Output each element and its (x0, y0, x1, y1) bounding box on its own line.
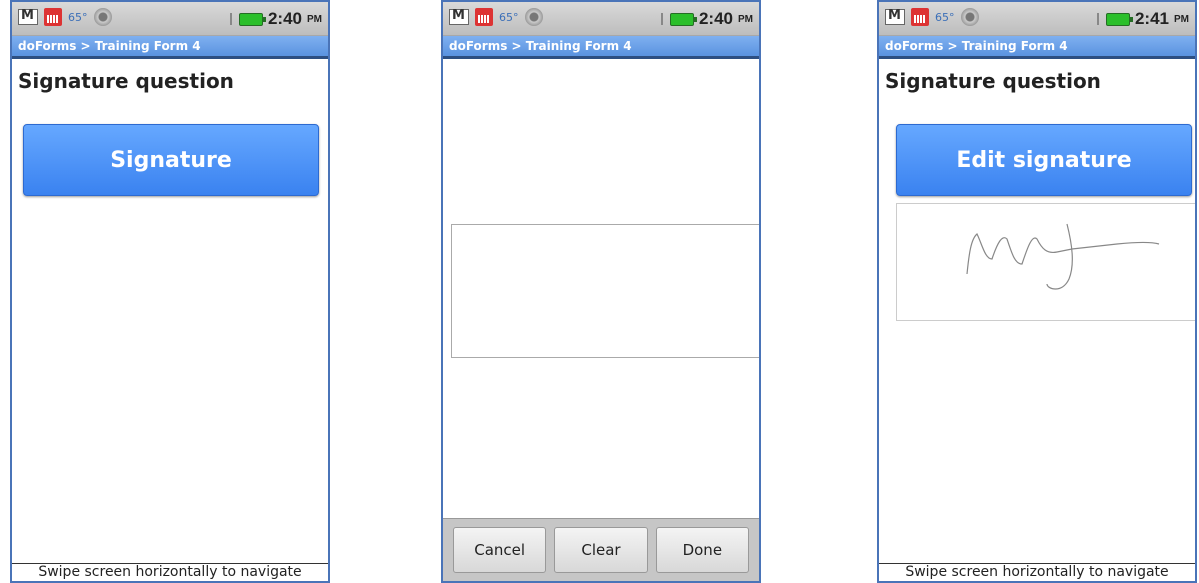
camera-icon (93, 8, 112, 26)
clear-button[interactable]: Clear (554, 527, 648, 573)
clock-ampm: PM (307, 13, 322, 25)
temperature: 65° (499, 10, 519, 24)
breadcrumb: doForms > Training Form 4 (12, 36, 328, 59)
temperature: 65° (68, 10, 88, 24)
navigation-hint: Swipe screen horizontally to navigate (879, 563, 1195, 581)
camera-icon (524, 8, 543, 26)
signature-stroke (966, 223, 1160, 290)
navigation-hint: Swipe screen horizontally to navigate (12, 563, 328, 581)
signature-pad[interactable] (451, 224, 759, 358)
status-bar: 65° 2:40 PM (12, 2, 328, 36)
clock-time: 2:40 (698, 9, 733, 28)
battery-icon (238, 12, 266, 26)
breadcrumb: doForms > Training Form 4 (443, 36, 759, 59)
temperature: 65° (935, 10, 955, 24)
gmail-icon (885, 8, 905, 25)
breadcrumb: doForms > Training Form 4 (879, 36, 1195, 59)
signature-preview (896, 203, 1195, 321)
camera-icon (960, 8, 979, 26)
phone-screen-edit-signature: 65° 2:41 PM doForms > Training Form 4 Si… (877, 0, 1197, 583)
action-bar: Cancel Clear Done (443, 518, 759, 581)
signal-icon (223, 13, 234, 25)
phone-screen-signature: 65° 2:40 PM doForms > Training Form 4 Si… (10, 0, 330, 583)
done-button[interactable]: Done (655, 527, 749, 573)
edit-signature-button[interactable]: Edit signature (896, 124, 1192, 196)
status-bar: 65° 2:40 PM (443, 2, 759, 36)
clock-time: 2:40 (267, 9, 302, 28)
cancel-button[interactable]: Cancel (453, 527, 547, 573)
gmail-icon (18, 8, 38, 25)
clock-ampm: PM (1174, 13, 1189, 25)
battery-icon (1105, 12, 1133, 26)
calendar-icon (475, 8, 493, 26)
signal-icon (654, 13, 665, 25)
battery-icon (669, 12, 697, 26)
question-label: Signature question (18, 69, 234, 93)
question-label: Signature question (885, 69, 1101, 93)
phone-screen-signature-pad: 65° 2:40 PM doForms > Training Form 4 Ca… (441, 0, 761, 583)
calendar-icon (44, 8, 62, 26)
clock-ampm: PM (738, 13, 753, 25)
status-bar: 65° 2:41 PM (879, 2, 1195, 36)
gmail-icon (449, 8, 469, 25)
calendar-icon (911, 8, 929, 26)
signature-button[interactable]: Signature (23, 124, 319, 196)
signal-icon (1090, 13, 1101, 25)
clock-time: 2:41 (1134, 9, 1169, 28)
